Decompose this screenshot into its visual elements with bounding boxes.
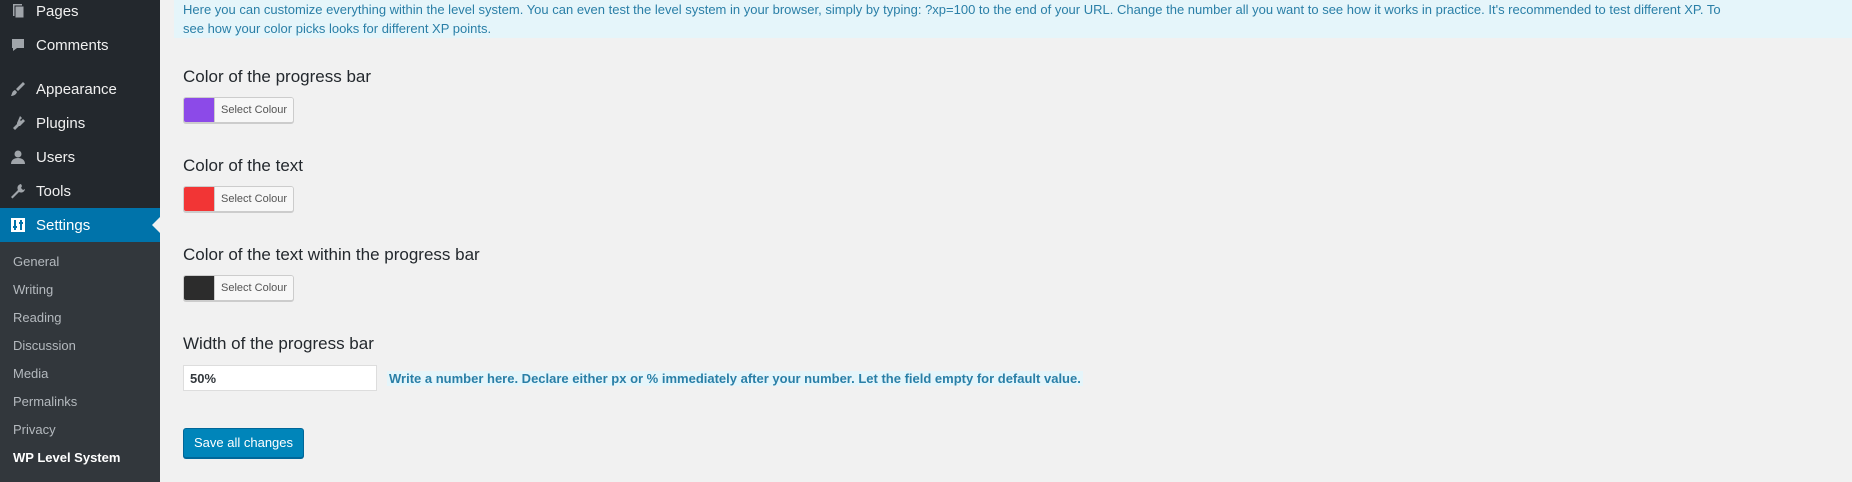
sidebar-item-label: Settings [36, 216, 91, 234]
text-color-picker[interactable]: Select Colour [183, 186, 295, 212]
submenu-item-wp-level-system[interactable]: WP Level System [13, 450, 120, 465]
comments-icon [0, 37, 36, 53]
sidebar-item-comments[interactable]: Comments [0, 28, 160, 62]
submenu-item-writing[interactable]: Writing [13, 282, 53, 297]
select-colour-button[interactable]: Select Colour [214, 187, 294, 211]
info-notice: Here you can customize everything within… [174, 0, 1852, 38]
settings-icon [0, 217, 36, 233]
color-swatch [184, 276, 214, 300]
bar-text-color-picker[interactable]: Select Colour [183, 275, 295, 301]
progress-bar-width-title: Width of the progress bar [183, 334, 374, 353]
sidebar-item-label: Users [36, 148, 76, 166]
admin-sidebar: Pages Comments Appearance Plugins Users … [0, 0, 160, 482]
sidebar-item-label: Comments [36, 36, 109, 54]
bar-text-color-title: Color of the text within the progress ba… [183, 245, 480, 264]
notice-text-line2: see how your color picks looks for diffe… [183, 21, 492, 36]
submenu-item-permalinks[interactable]: Permalinks [13, 394, 77, 409]
sidebar-item-appearance[interactable]: Appearance [0, 72, 160, 106]
sidebar-item-users[interactable]: Users [0, 140, 160, 174]
select-colour-button[interactable]: Select Colour [214, 276, 294, 300]
appearance-icon [0, 81, 36, 97]
notice-text-line1: Here you can customize everything within… [183, 2, 1721, 17]
tools-icon [0, 183, 36, 199]
progress-bar-width-input[interactable] [183, 365, 377, 391]
submenu-item-reading[interactable]: Reading [13, 310, 61, 325]
submenu-item-media[interactable]: Media [13, 366, 48, 381]
text-color-title: Color of the text [183, 156, 304, 175]
plugins-icon [0, 115, 36, 131]
submenu-item-general[interactable]: General [13, 254, 59, 269]
progress-bar-color-picker[interactable]: Select Colour [183, 97, 295, 123]
sidebar-item-tools[interactable]: Tools [0, 174, 160, 208]
sidebar-item-pages[interactable]: Pages [0, 0, 160, 28]
sidebar-item-label: Appearance [36, 80, 117, 98]
progress-bar-color-title: Color of the progress bar [183, 67, 372, 86]
select-colour-button[interactable]: Select Colour [214, 98, 294, 122]
users-icon [0, 149, 36, 165]
color-swatch [184, 187, 214, 211]
pages-icon [0, 3, 36, 19]
sidebar-item-plugins[interactable]: Plugins [0, 106, 160, 140]
sidebar-item-label: Tools [36, 182, 72, 200]
save-all-changes-button[interactable]: Save all changes [183, 428, 305, 458]
settings-submenu: General Writing Reading Discussion Media… [0, 242, 160, 482]
sidebar-item-label: Pages [36, 2, 79, 20]
color-swatch [184, 98, 214, 122]
submenu-item-discussion[interactable]: Discussion [13, 338, 76, 353]
sidebar-item-settings[interactable]: Settings [0, 208, 160, 242]
submenu-item-privacy[interactable]: Privacy [13, 422, 56, 437]
sidebar-item-label: Plugins [36, 114, 86, 132]
width-hint-text: Write a number here. Declare either px o… [387, 371, 1083, 386]
